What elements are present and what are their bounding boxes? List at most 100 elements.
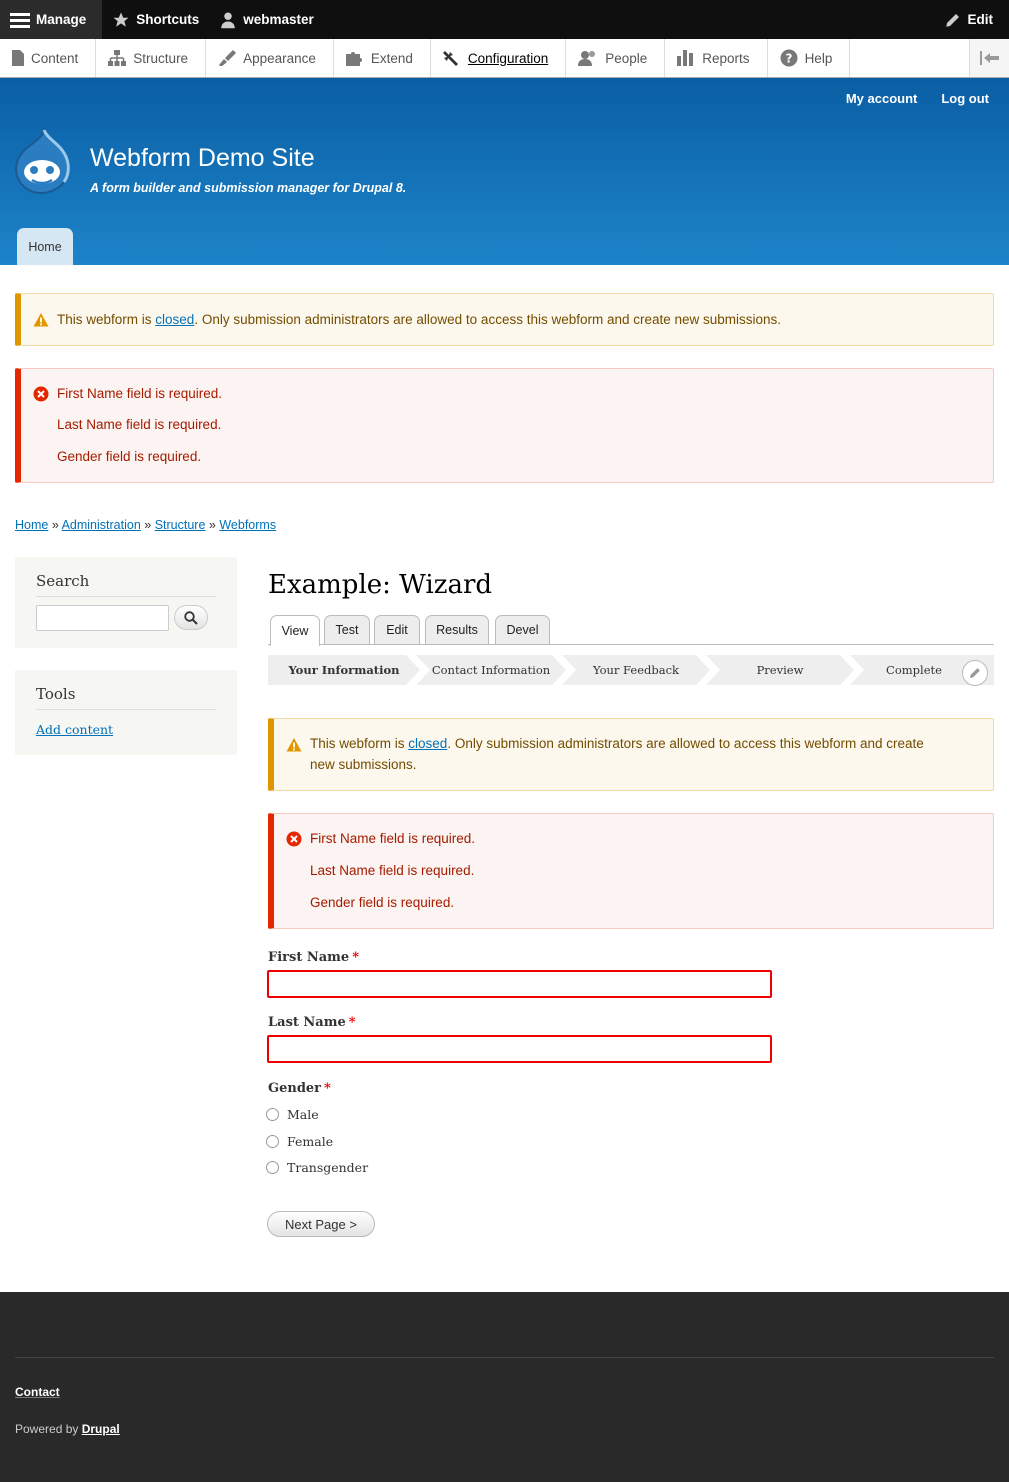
manage-tab[interactable]: Manage <box>0 0 103 39</box>
wrench-icon <box>442 51 458 66</box>
search-icon <box>184 610 198 625</box>
error-item: Gender field is required. <box>310 895 455 910</box>
user-tab[interactable]: webmaster <box>209 0 324 39</box>
error-item: Last Name field is required. <box>57 417 222 432</box>
last-name-label-text: Last Name <box>268 1015 346 1030</box>
progress-step: Contact Information <box>416 655 566 685</box>
tray-item-reports[interactable]: Reports <box>665 39 768 77</box>
tray-item-extend[interactable]: Extend <box>334 39 431 77</box>
first-name-label-text: First Name <box>268 950 350 965</box>
main-menu-home[interactable]: Home <box>17 228 73 265</box>
warning-pre: This webform is <box>57 312 156 327</box>
tray-item-appearance[interactable]: Appearance <box>206 39 334 77</box>
breadcrumb-separator: » <box>51 518 59 532</box>
breadcrumb-administration[interactable]: Administration <box>62 518 141 532</box>
next-page-button[interactable]: Next Page > <box>267 1211 375 1237</box>
sitemap-icon <box>108 50 127 66</box>
pencil-icon <box>970 668 980 678</box>
secondary-menu: My account Log out <box>846 91 989 106</box>
powered-by: Powered by Drupal <box>15 1422 120 1436</box>
tray-item-structure[interactable]: Structure <box>96 39 207 77</box>
radio-button[interactable] <box>266 1135 279 1148</box>
progress-step: Your Feedback <box>562 655 710 685</box>
warning-post: . Only submission administrators are all… <box>447 736 924 751</box>
admin-toolbar: Manage Shortcuts webmaster Edit <box>0 0 1009 39</box>
tab-devel[interactable]: Devel <box>495 615 550 644</box>
tray-orientation-toggle[interactable] <box>969 39 1009 77</box>
tray-label: Extend <box>370 50 413 66</box>
my-account-link[interactable]: My account <box>846 91 918 106</box>
tab-results[interactable]: Results <box>425 615 489 644</box>
radio-button[interactable] <box>266 1161 279 1174</box>
powered-by-text: Powered by <box>15 1422 82 1436</box>
form-warning-message: This webform is closed. Only submission … <box>268 718 994 791</box>
tray-item-people[interactable]: People <box>566 39 666 77</box>
tab-test[interactable]: Test <box>324 615 370 644</box>
drupal-logo[interactable] <box>14 126 72 197</box>
tray-label: Reports <box>702 50 750 66</box>
site-header: My account Log out Webform Demo Site A f… <box>0 78 1009 265</box>
radio-label: Male <box>287 1107 319 1122</box>
required-marker: * <box>324 1081 331 1096</box>
warning-message: This webform is closed. Only submission … <box>15 293 994 346</box>
breadcrumb-webforms[interactable]: Webforms <box>219 518 276 532</box>
last-name-input[interactable] <box>267 1035 772 1063</box>
footer-contact-link[interactable]: Contact <box>15 1385 60 1399</box>
search-button[interactable] <box>174 605 208 630</box>
tray-label: Content <box>31 50 79 66</box>
site-name[interactable]: Webform Demo Site <box>90 144 315 173</box>
collapse-icon <box>979 51 999 65</box>
file-icon <box>12 50 24 66</box>
bar-chart-icon <box>677 50 694 66</box>
breadcrumb: Home » Administration » Structure » Webf… <box>15 518 276 532</box>
tools-block-title: Tools <box>36 685 216 710</box>
gender-option-female[interactable]: Female <box>266 1134 333 1149</box>
gender-option-male[interactable]: Male <box>266 1107 319 1122</box>
tab-edit[interactable]: Edit <box>374 615 420 644</box>
add-content-link[interactable]: Add content <box>36 722 113 737</box>
gender-label: Gender * <box>268 1081 331 1096</box>
radio-button[interactable] <box>266 1108 279 1121</box>
tray-label: Appearance <box>243 50 316 66</box>
required-marker: * <box>352 950 360 965</box>
error-item: Gender field is required. <box>57 449 202 464</box>
shortcuts-tab[interactable]: Shortcuts <box>102 0 209 39</box>
user-icon <box>221 12 236 28</box>
breadcrumb-structure[interactable]: Structure <box>155 518 206 532</box>
tray-item-configuration[interactable]: Configuration <box>431 39 567 77</box>
warning-text: This webform is closed. Only submission … <box>57 312 781 327</box>
first-name-input[interactable] <box>267 970 772 998</box>
star-icon <box>113 12 129 27</box>
closed-link[interactable]: closed <box>155 312 194 327</box>
progress-step: Preview <box>706 655 854 685</box>
breadcrumb-home[interactable]: Home <box>15 518 48 532</box>
radio-label: Transgender <box>287 1160 369 1175</box>
search-block: Search <box>15 557 237 648</box>
radio-label: Female <box>287 1134 334 1149</box>
warning-post: . Only submission administrators are all… <box>194 312 782 327</box>
admin-tray: Content Structure Appearance Extend Conf… <box>0 39 1009 78</box>
breadcrumb-separator: » <box>208 518 216 532</box>
tab-view[interactable]: View <box>270 615 320 646</box>
breadcrumb-separator: » <box>144 518 152 532</box>
tray-item-help[interactable]: ? Help <box>768 39 851 77</box>
manage-label: Manage <box>36 12 87 27</box>
tray-item-content[interactable]: Content <box>0 39 97 77</box>
contextual-edit-button[interactable] <box>962 660 988 686</box>
edit-toggle[interactable]: Edit <box>934 0 1009 39</box>
log-out-link[interactable]: Log out <box>941 91 989 106</box>
closed-link[interactable]: closed <box>408 736 447 751</box>
gender-option-transgender[interactable]: Transgender <box>266 1160 368 1175</box>
tray-label: Configuration <box>467 50 549 66</box>
wizard-progress: Your Information Contact Information You… <box>268 655 994 685</box>
form-warning-text-cont: new submissions. <box>310 757 417 772</box>
tray-label: Structure <box>133 50 189 66</box>
warning-icon <box>33 313 49 327</box>
shortcuts-label: Shortcuts <box>136 12 200 27</box>
tray-label: People <box>605 50 648 66</box>
svg-text:?: ? <box>785 52 792 66</box>
help-icon: ? <box>780 49 798 67</box>
page-title: Example: Wizard <box>268 570 493 600</box>
drupal-link[interactable]: Drupal <box>82 1422 120 1436</box>
search-input[interactable] <box>36 605 169 631</box>
